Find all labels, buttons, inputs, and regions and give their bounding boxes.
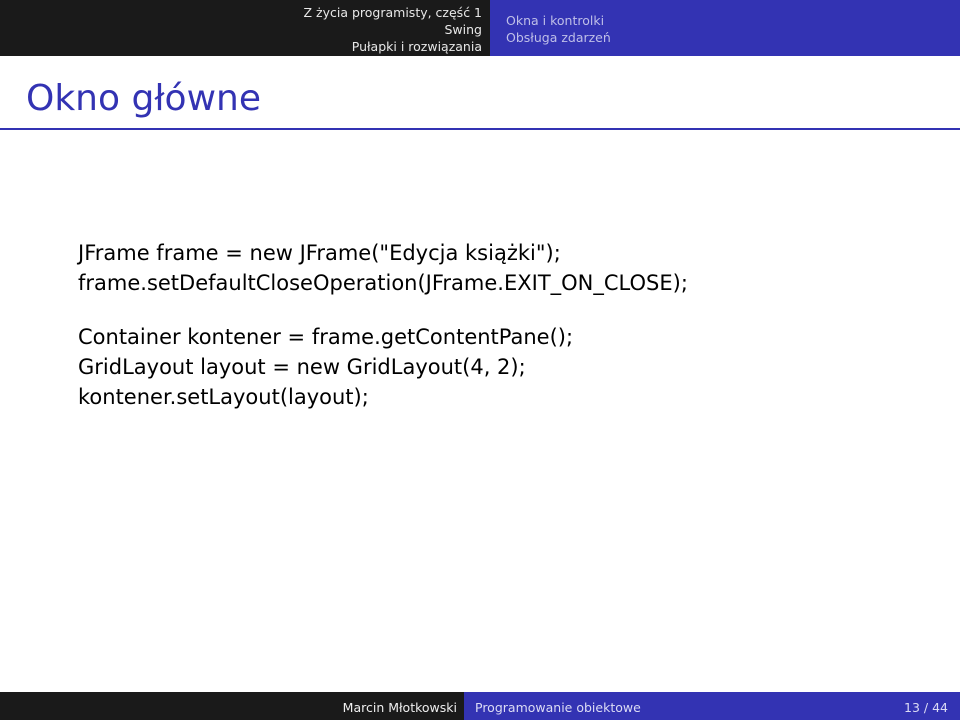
header-bar: Z życia programisty, część 1 Swing Pułap… [0, 0, 960, 56]
code-line: Container kontener = frame.getContentPan… [78, 322, 688, 352]
footer-subject: Programowanie obiektowe [475, 700, 641, 715]
code-line: frame.setDefaultCloseOperation(JFrame.EX… [78, 268, 688, 298]
footer-author: Marcin Młotkowski [343, 700, 457, 715]
header-right-line: Okna i kontrolki [506, 12, 611, 29]
footer-bar: Marcin Młotkowski Programowanie obiektow… [0, 692, 960, 720]
code-line: GridLayout layout = new GridLayout(4, 2)… [78, 352, 688, 382]
header-right-nav: Okna i kontrolki Obsługa zdarzeń [506, 12, 611, 46]
header-left-line: Swing [304, 21, 483, 38]
header-left-line: Pułapki i rozwiązania [304, 38, 483, 55]
slide: Z życia programisty, część 1 Swing Pułap… [0, 0, 960, 720]
slide-title: Okno główne [26, 78, 261, 119]
header-right-line: Obsługa zdarzeń [506, 29, 611, 46]
code-line: kontener.setLayout(layout); [78, 382, 688, 412]
header-left-nav: Z życia programisty, część 1 Swing Pułap… [304, 4, 483, 55]
code-line: JFrame frame = new JFrame("Edycja książk… [78, 238, 688, 268]
footer-page-number: 13 / 44 [904, 700, 948, 715]
title-rule [0, 128, 960, 130]
header-left-line: Z życia programisty, część 1 [304, 4, 483, 21]
slide-body: JFrame frame = new JFrame("Edycja książk… [78, 238, 688, 412]
